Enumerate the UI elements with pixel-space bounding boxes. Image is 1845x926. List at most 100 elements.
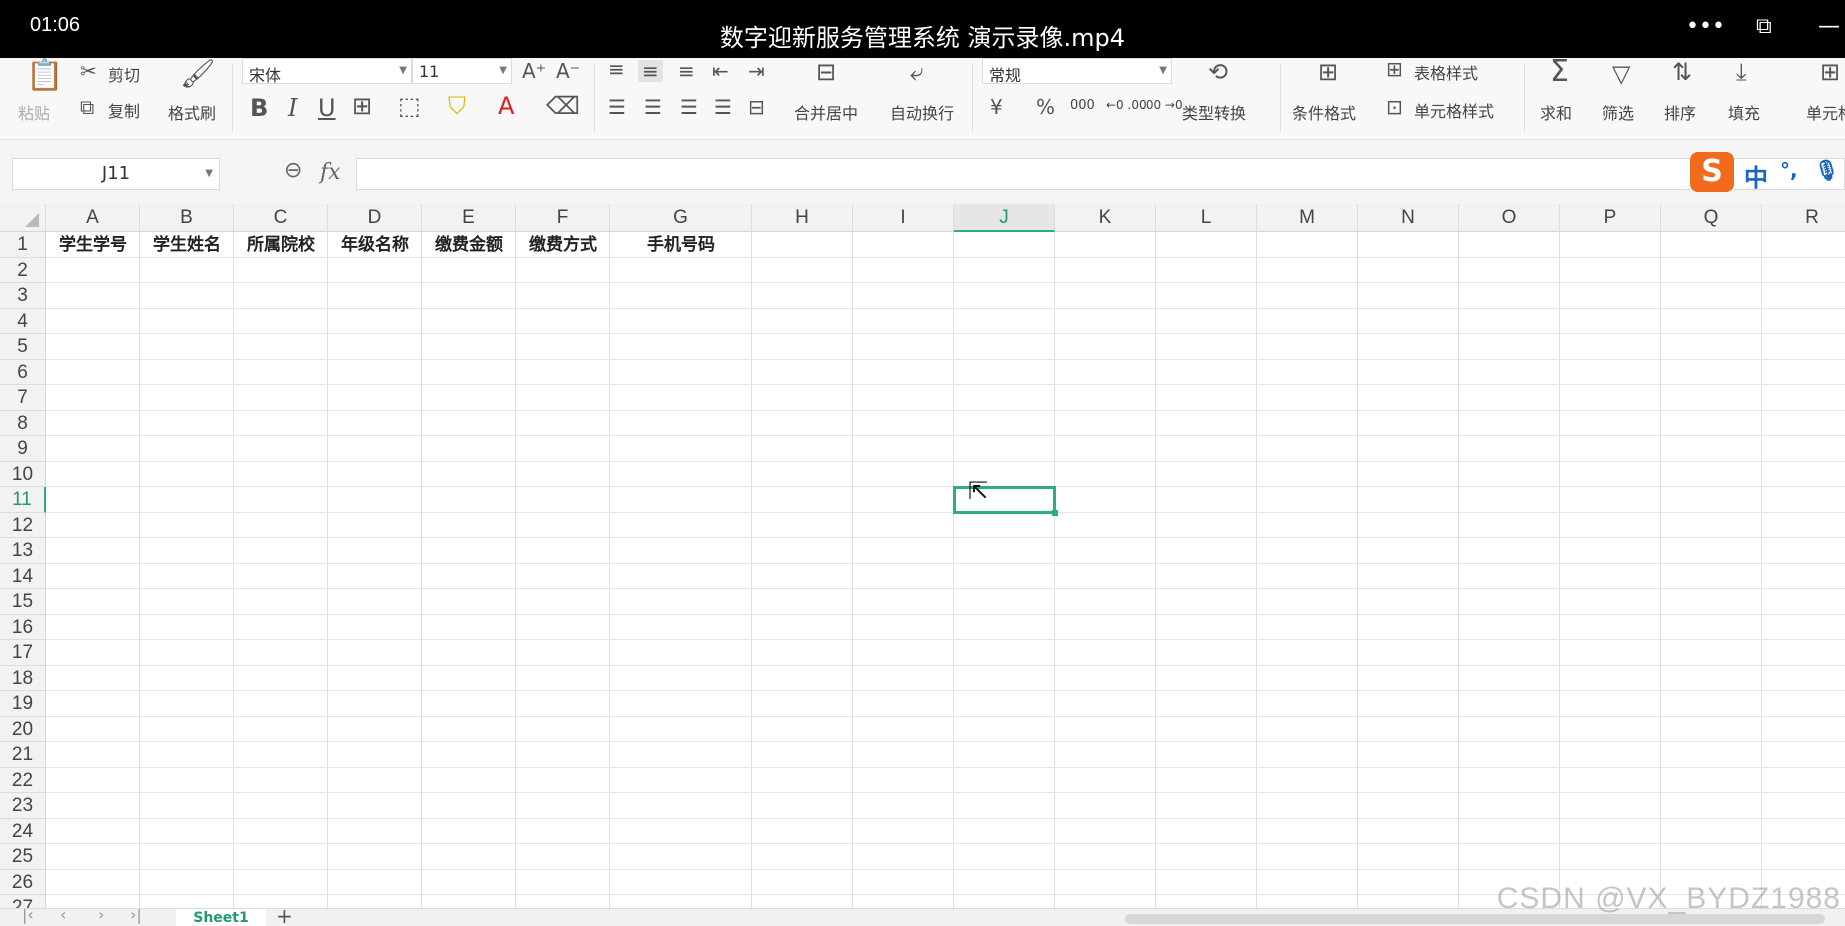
wrap-text-icon[interactable]: ⤶: [910, 60, 923, 84]
formula-input[interactable]: [356, 158, 1845, 190]
sogou-ime-logo[interactable]: S: [1690, 152, 1734, 192]
underline-icon[interactable]: U: [318, 96, 336, 120]
row-header-25[interactable]: 25: [0, 844, 46, 870]
copy-button[interactable]: 复制: [108, 98, 140, 122]
increase-decimal-button[interactable]: ←0 .00: [1106, 98, 1147, 112]
table-style-button[interactable]: 表格样式: [1414, 60, 1478, 84]
cell-f1[interactable]: 缴费方式: [516, 233, 610, 258]
type-convert-button[interactable]: 类型转换: [1182, 100, 1246, 124]
column-header-i[interactable]: I: [853, 204, 954, 232]
align-bottom-icon[interactable]: ≡: [678, 60, 695, 82]
indent-decrease-icon[interactable]: ⇤: [712, 60, 729, 82]
row-header-27[interactable]: 27: [0, 895, 46, 908]
cell-b1[interactable]: 学生姓名: [140, 233, 234, 258]
italic-icon[interactable]: I: [288, 96, 297, 120]
number-format-select[interactable]: 常规 ▼: [982, 58, 1172, 85]
align-middle-icon[interactable]: ≡: [638, 60, 663, 82]
row-header-19[interactable]: 19: [0, 691, 46, 717]
cell-e1[interactable]: 缴费金额: [422, 233, 516, 258]
row-header-1[interactable]: 1: [0, 232, 46, 258]
row-header-23[interactable]: 23: [0, 793, 46, 819]
name-box[interactable]: J11 ▼: [12, 158, 220, 190]
row-header-17[interactable]: 17: [0, 640, 46, 666]
row-header-2[interactable]: 2: [0, 257, 46, 283]
column-header-m[interactable]: M: [1257, 204, 1358, 232]
column-header-k[interactable]: K: [1055, 204, 1156, 232]
fill-button[interactable]: 填充: [1728, 100, 1760, 124]
align-center-icon[interactable]: ☰: [644, 96, 662, 118]
font-size-select[interactable]: 11 ▼: [412, 58, 512, 84]
cell-a1[interactable]: 学生学号: [46, 233, 140, 258]
fill-color-icon[interactable]: ⛉: [448, 94, 466, 118]
picture-in-picture-icon[interactable]: ⧉: [1756, 14, 1772, 39]
row-header-9[interactable]: 9: [0, 436, 46, 462]
column-header-b[interactable]: B: [140, 204, 234, 232]
auto-wrap-button[interactable]: 自动换行: [890, 100, 954, 124]
sheet-tab-1[interactable]: Sheet1: [176, 909, 266, 926]
row-header-13[interactable]: 13: [0, 538, 46, 564]
cell-c1[interactable]: 所属院校: [234, 233, 328, 258]
minimize-icon[interactable]: —: [1818, 14, 1840, 39]
sort-button[interactable]: 排序: [1664, 100, 1696, 124]
cell-g1[interactable]: 手机号码: [610, 233, 752, 258]
percent-button[interactable]: %: [1036, 96, 1055, 118]
column-header-j[interactable]: J: [954, 204, 1055, 232]
scissors-icon[interactable]: ✂: [80, 60, 97, 82]
font-grow-icon[interactable]: A⁺: [522, 60, 546, 82]
zoom-icon[interactable]: ⊖: [284, 158, 302, 183]
row-header-20[interactable]: 20: [0, 716, 46, 742]
ime-punct-indicator[interactable]: °,: [1780, 158, 1798, 182]
column-header-p[interactable]: P: [1560, 204, 1661, 232]
bold-icon[interactable]: B: [250, 96, 268, 120]
font-shrink-icon[interactable]: A⁻: [556, 60, 580, 82]
column-header-e[interactable]: E: [422, 204, 516, 232]
last-sheet-icon[interactable]: ›|: [130, 909, 142, 924]
ime-mode-indicator[interactable]: 中: [1744, 158, 1768, 193]
sort-icon[interactable]: ⇅: [1672, 60, 1692, 84]
fill-icon[interactable]: ⤓: [1736, 60, 1747, 84]
next-sheet-icon[interactable]: ›: [98, 909, 104, 924]
border-icon[interactable]: ⊞: [352, 94, 372, 118]
row-header-3[interactable]: 3: [0, 283, 46, 309]
eraser-icon[interactable]: ⌫: [546, 94, 580, 118]
row-header-18[interactable]: 18: [0, 665, 46, 691]
add-sheet-button[interactable]: +: [276, 909, 293, 926]
font-name-select[interactable]: 宋体 ▼: [242, 58, 412, 85]
justify-icon[interactable]: ☰: [714, 96, 732, 118]
merge-center-icon[interactable]: ⊟: [816, 60, 836, 84]
paste-button[interactable]: 粘贴: [18, 100, 50, 124]
merge-center-button[interactable]: 合并居中: [794, 100, 858, 124]
column-header-n[interactable]: N: [1358, 204, 1459, 232]
row-header-5[interactable]: 5: [0, 334, 46, 360]
column-header-g[interactable]: G: [610, 204, 752, 232]
column-header-o[interactable]: O: [1459, 204, 1560, 232]
spreadsheet-grid[interactable]: ABCDEFGHIJKLMNOPQR 1 2 3 4 5 6 7 8 9 10 11 12 13 14 15…: [0, 204, 1845, 908]
row-header-16[interactable]: 16: [0, 614, 46, 640]
column-header-h[interactable]: H: [752, 204, 853, 232]
cell-style-icon[interactable]: ⊡: [1386, 96, 1403, 118]
table-style-icon[interactable]: ⊞: [1386, 58, 1403, 80]
row-header-26[interactable]: 26: [0, 869, 46, 895]
cell-fill-pattern-icon[interactable]: ⬚: [398, 94, 421, 118]
column-header-r[interactable]: R: [1762, 204, 1845, 232]
first-sheet-icon[interactable]: |‹: [22, 909, 34, 924]
type-convert-icon[interactable]: ⟲: [1208, 60, 1228, 84]
row-header-24[interactable]: 24: [0, 818, 46, 844]
currency-button[interactable]: ¥: [990, 96, 1003, 118]
row-header-7[interactable]: 7: [0, 385, 46, 411]
microphone-icon[interactable]: 🎙: [1814, 158, 1839, 182]
align-right-icon[interactable]: ☰: [680, 96, 698, 118]
column-header-c[interactable]: C: [234, 204, 328, 232]
row-header-14[interactable]: 14: [0, 563, 46, 589]
column-header-a[interactable]: A: [46, 204, 140, 232]
conditional-format-button[interactable]: 条件格式: [1292, 100, 1356, 124]
align-left-icon[interactable]: ☰: [608, 96, 626, 118]
row-header-11[interactable]: 11: [0, 487, 46, 513]
column-header-f[interactable]: F: [516, 204, 610, 232]
indent-increase-icon[interactable]: ⇥: [748, 60, 765, 82]
copy-icon[interactable]: ⧉: [80, 96, 94, 118]
row-header-12[interactable]: 12: [0, 512, 46, 538]
row-header-22[interactable]: 22: [0, 767, 46, 793]
thousands-separator-button[interactable]: 000: [1070, 98, 1095, 113]
cell-icon[interactable]: ⊞: [1820, 60, 1840, 84]
